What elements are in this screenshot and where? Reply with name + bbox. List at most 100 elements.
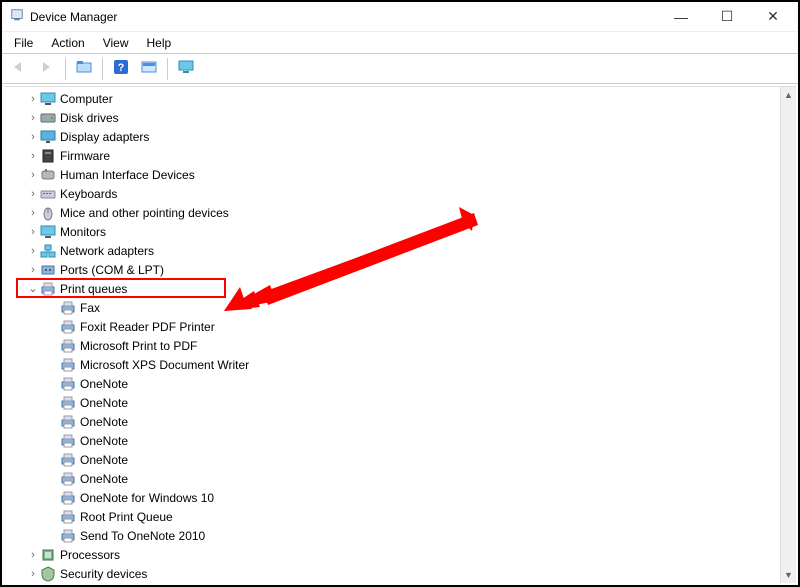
tree-node[interactable]: OneNote xyxy=(4,450,780,469)
network-icon xyxy=(40,243,56,259)
toolbar-separator xyxy=(65,58,66,80)
vertical-scrollbar[interactable]: ▲ ▼ xyxy=(780,87,796,583)
tree-node[interactable]: OneNote xyxy=(4,374,780,393)
menu-view[interactable]: View xyxy=(95,34,137,52)
tree-node-label: Security devices xyxy=(60,567,147,581)
tree-node[interactable]: › Keyboards xyxy=(4,184,780,203)
tree-node[interactable]: OneNote xyxy=(4,431,780,450)
tree-node-label: Microsoft Print to PDF xyxy=(80,339,197,353)
tree-node-label: Network adapters xyxy=(60,244,154,258)
expand-icon[interactable]: › xyxy=(26,169,40,181)
tree-node[interactable]: ›Disk drives xyxy=(4,108,780,127)
tree-node-label: Firmware xyxy=(60,149,110,163)
expand-icon[interactable]: › xyxy=(26,188,40,200)
folder-icon xyxy=(76,60,92,77)
expand-icon[interactable]: › xyxy=(26,131,40,143)
expand-icon[interactable]: › xyxy=(26,245,40,257)
tree-node-label: Monitors xyxy=(60,225,106,239)
menu-help[interactable]: Help xyxy=(139,34,180,52)
printer-icon xyxy=(60,319,76,335)
menu-file[interactable]: File xyxy=(6,34,41,52)
tree-node-label: OneNote xyxy=(80,434,128,448)
monitor-icon xyxy=(178,60,194,77)
tree-node[interactable]: OneNote xyxy=(4,469,780,488)
tree-node-label: OneNote xyxy=(80,472,128,486)
tree-node[interactable]: ›Mice and other pointing devices xyxy=(4,203,780,222)
devices-button[interactable] xyxy=(173,57,199,81)
maximize-button[interactable]: ☐ xyxy=(704,3,750,31)
tree-node-label: Display adapters xyxy=(60,130,149,144)
hid-icon xyxy=(40,167,56,183)
scrollbar-track[interactable] xyxy=(781,103,796,567)
tree-node-label: Keyboards xyxy=(60,187,117,201)
tree-node[interactable]: OneNote xyxy=(4,412,780,431)
title-bar: Device Manager — ☐ ✕ xyxy=(2,2,798,32)
tree-node[interactable]: Send To OneNote 2010 xyxy=(4,526,780,545)
tree-node-label: Human Interface Devices xyxy=(60,168,195,182)
tree-node-label: OneNote xyxy=(80,453,128,467)
tree-pane: ›Computer›Disk drives›Display adapters›F… xyxy=(4,86,796,583)
svg-text:?: ? xyxy=(118,62,125,74)
printer-icon xyxy=(60,471,76,487)
printer-icon xyxy=(60,414,76,430)
printer-icon xyxy=(60,338,76,354)
printer-icon xyxy=(60,433,76,449)
device-tree[interactable]: ›Computer›Disk drives›Display adapters›F… xyxy=(4,87,780,583)
tree-node[interactable]: Microsoft Print to PDF xyxy=(4,336,780,355)
expand-icon[interactable]: › xyxy=(26,93,40,105)
scan-button[interactable] xyxy=(136,57,162,81)
minimize-button[interactable]: — xyxy=(658,3,704,31)
keyboard-icon xyxy=(40,186,56,202)
expand-icon[interactable]: › xyxy=(26,549,40,561)
security-icon xyxy=(40,566,56,582)
expand-icon[interactable]: › xyxy=(26,207,40,219)
tree-node[interactable]: OneNote xyxy=(4,393,780,412)
forward-arrow-icon xyxy=(39,61,55,76)
expand-icon[interactable]: › xyxy=(26,264,40,276)
tree-node[interactable]: › Network adapters xyxy=(4,241,780,260)
expand-icon[interactable]: › xyxy=(26,150,40,162)
tree-node[interactable]: ⌄Print queues xyxy=(4,279,780,298)
printer-icon xyxy=(60,376,76,392)
toolbar-separator xyxy=(102,58,103,80)
display-icon xyxy=(40,129,56,145)
tree-node[interactable]: › Security devices xyxy=(4,564,780,583)
expand-icon[interactable]: › xyxy=(26,226,40,238)
printer-icon xyxy=(60,357,76,373)
tree-node[interactable]: Fax xyxy=(4,298,780,317)
scroll-down-arrow-icon[interactable]: ▼ xyxy=(781,567,796,583)
tree-node-label: OneNote xyxy=(80,415,128,429)
tree-node[interactable]: ›Processors xyxy=(4,545,780,564)
toolbar-separator xyxy=(167,58,168,80)
tree-node[interactable]: › Computer xyxy=(4,89,780,108)
tree-node-label: Microsoft XPS Document Writer xyxy=(80,358,249,372)
printer-icon xyxy=(60,395,76,411)
printer-icon xyxy=(40,281,56,297)
tree-node[interactable]: › Display adapters xyxy=(4,127,780,146)
firmware-icon xyxy=(40,148,56,164)
tree-node[interactable]: ›Ports (COM & LPT) xyxy=(4,260,780,279)
tree-node-label: OneNote xyxy=(80,396,128,410)
tree-node[interactable]: Root Print Queue xyxy=(4,507,780,526)
help-icon: ? xyxy=(113,59,129,78)
app-icon xyxy=(10,8,24,25)
scroll-up-arrow-icon[interactable]: ▲ xyxy=(781,87,796,103)
expand-icon[interactable]: › xyxy=(26,568,40,580)
expand-icon[interactable]: › xyxy=(26,112,40,124)
tree-node[interactable]: › Human Interface Devices xyxy=(4,165,780,184)
tree-node[interactable]: › Monitors xyxy=(4,222,780,241)
close-button[interactable]: ✕ xyxy=(750,3,796,31)
printer-icon xyxy=(60,452,76,468)
window-title: Device Manager xyxy=(30,10,658,24)
show-hidden-button[interactable] xyxy=(71,57,97,81)
collapse-icon[interactable]: ⌄ xyxy=(26,282,40,295)
tree-node[interactable]: › Firmware xyxy=(4,146,780,165)
forward-button xyxy=(34,57,60,81)
tree-node[interactable]: Microsoft XPS Document Writer xyxy=(4,355,780,374)
tree-node-label: Computer xyxy=(60,92,113,106)
tree-node[interactable]: OneNote for Windows 10 xyxy=(4,488,780,507)
help-button[interactable]: ? xyxy=(108,57,134,81)
menu-action[interactable]: Action xyxy=(43,34,92,52)
menu-bar: File Action View Help xyxy=(2,32,798,54)
tree-node[interactable]: Foxit Reader PDF Printer xyxy=(4,317,780,336)
